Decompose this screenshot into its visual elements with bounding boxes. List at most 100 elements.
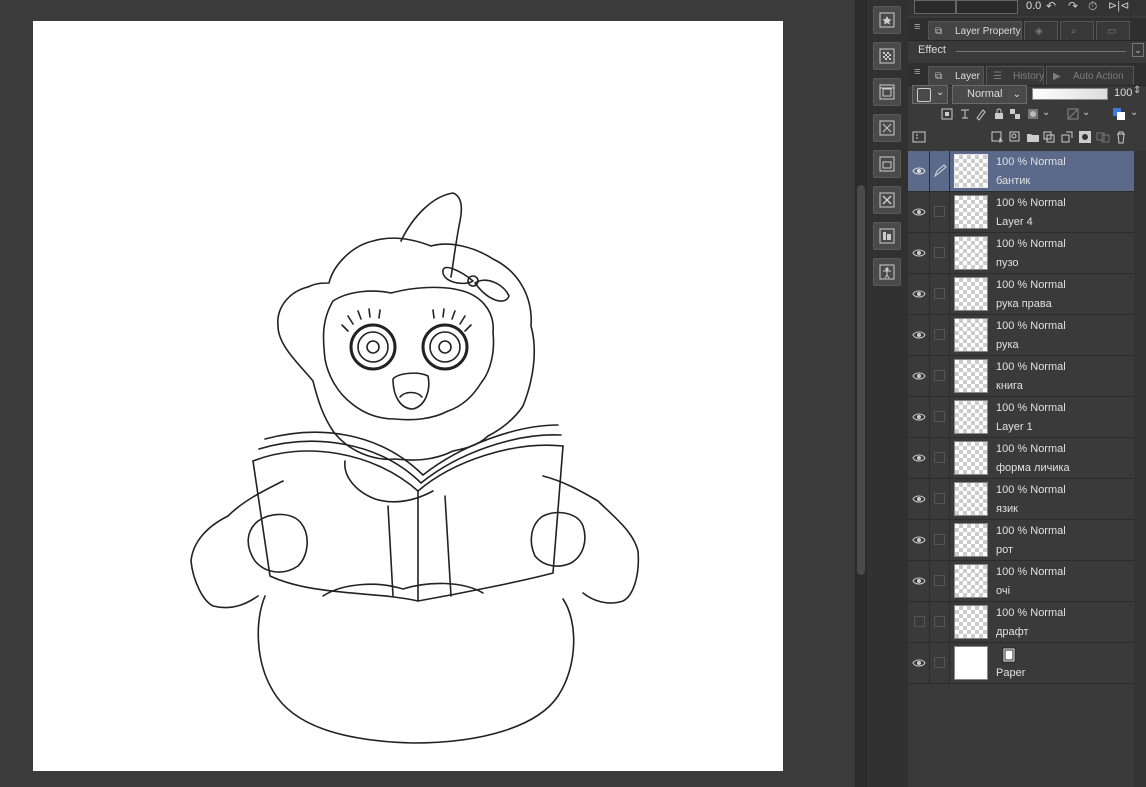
opacity-slider[interactable] (1032, 88, 1108, 100)
layer-row[interactable]: 100 % Normal драфт (908, 602, 1134, 643)
layer-name: Layer 4 (996, 216, 1033, 228)
layer-row[interactable]: 100 % Normal Layer 4 (908, 192, 1134, 233)
drawing-paper[interactable] (33, 21, 783, 771)
layer-row[interactable]: Paper (908, 643, 1134, 684)
material-icon[interactable] (873, 150, 901, 178)
menu-icon[interactable]: ≡ (914, 21, 920, 33)
layer-search-icon[interactable] (873, 222, 901, 250)
layer-row[interactable]: 100 % Normal книга (908, 356, 1134, 397)
delete-layer-icon[interactable] (1114, 130, 1128, 144)
chevron-down-icon[interactable]: ⌄ (1042, 107, 1050, 118)
collapse-icon[interactable]: ⌄ (1132, 43, 1144, 57)
lock-checkbox[interactable] (934, 616, 945, 627)
lock-transparency-icon[interactable] (1008, 107, 1022, 121)
lock-checkbox[interactable] (934, 206, 945, 217)
tab-search[interactable]: ⌕ (1060, 21, 1094, 40)
sub-tool-icon[interactable] (873, 6, 901, 34)
layer-thumbnail (954, 646, 988, 680)
navigator-icon[interactable] (873, 78, 901, 106)
redo-icon[interactable]: ↷ (1068, 0, 1078, 13)
lock-checkbox[interactable] (934, 329, 945, 340)
layer-mask-icon[interactable] (1078, 130, 1092, 144)
visibility-eye-icon[interactable] (912, 206, 926, 218)
tab-tone[interactable]: ◈ (1024, 21, 1058, 40)
mask-icon[interactable] (1026, 107, 1040, 121)
layer-props: 100 % Normal (996, 402, 1066, 414)
layer-thumbnail (954, 318, 988, 352)
canvas-area[interactable] (0, 0, 855, 787)
layer-row[interactable]: 100 % Normal рот (908, 520, 1134, 561)
size-slider[interactable] (914, 0, 956, 14)
layer-thumbnail (954, 236, 988, 270)
lock-checkbox[interactable] (934, 493, 945, 504)
new-folder-icon[interactable] (1026, 130, 1040, 144)
reference-icon[interactable] (958, 107, 972, 121)
lock-checkbox[interactable] (934, 288, 945, 299)
lock-checkbox[interactable] (934, 411, 945, 422)
visibility-eye-icon[interactable] (912, 575, 926, 587)
lock-checkbox[interactable] (934, 657, 945, 668)
blend-mode-select[interactable]: Normal ⌄ (952, 85, 1027, 104)
visibility-eye-icon[interactable] (912, 288, 926, 300)
chevron-down-icon[interactable]: ⌄ (1082, 107, 1090, 118)
apply-mask-icon[interactable] (1096, 130, 1110, 144)
tab-layer[interactable]: ⧉ Layer (928, 66, 984, 85)
visibility-eye-icon[interactable] (912, 370, 926, 382)
layer-color-swatch-icon[interactable] (1112, 107, 1126, 121)
new-raster-layer-icon[interactable] (990, 130, 1004, 144)
brush-size-row: 0.0 ↶ ↷ ⏱ ⊳|⊲ (908, 0, 1146, 16)
tab-history[interactable]: ☰ History (986, 66, 1044, 85)
flip-icon[interactable]: ⊳|⊲ (1108, 0, 1129, 12)
size-slider-track[interactable] (956, 0, 1018, 14)
layer-row[interactable]: 100 % Normal язик (908, 479, 1134, 520)
visibility-checkbox-off[interactable] (914, 616, 925, 627)
timer-icon[interactable]: ⏱ (1088, 0, 1097, 14)
new-vector-layer-icon[interactable] (1008, 130, 1022, 144)
visibility-eye-icon[interactable] (912, 657, 926, 669)
close-view-icon[interactable] (873, 186, 901, 214)
visibility-eye-icon[interactable] (912, 329, 926, 341)
opacity-stepper[interactable]: ⇕ (1133, 85, 1141, 96)
lock-checkbox[interactable] (934, 370, 945, 381)
visibility-eye-icon[interactable] (912, 165, 926, 177)
lock-checkbox[interactable] (934, 534, 945, 545)
visibility-eye-icon[interactable] (912, 411, 926, 423)
layer-row[interactable]: 100 % Normal Layer 1 (908, 397, 1134, 438)
visibility-eye-icon[interactable] (912, 247, 926, 259)
tab-auto-action[interactable]: ▶ Auto Action (1046, 66, 1134, 85)
visibility-eye-icon[interactable] (912, 493, 926, 505)
panel-toggle-icon[interactable] (912, 130, 926, 144)
lock-icon[interactable] (992, 107, 1006, 121)
layer-row[interactable]: 100 % Normal очі (908, 561, 1134, 602)
layer-row[interactable]: 100 % Normal рука (908, 315, 1134, 356)
layer-color-icon[interactable] (1066, 107, 1080, 121)
lock-checkbox[interactable] (934, 247, 945, 258)
layer-row[interactable]: 100 % Normal бантик (908, 151, 1134, 192)
tab-label: Layer Property (955, 26, 1021, 37)
tone-icon: ◈ (1035, 26, 1043, 37)
layer-row[interactable]: 100 % Normal форма личика (908, 438, 1134, 479)
clip-icon[interactable] (940, 107, 954, 121)
transform-icon[interactable] (873, 114, 901, 142)
chevron-down-icon[interactable]: ⌄ (1130, 107, 1138, 118)
scrollbar-thumb[interactable] (857, 185, 865, 575)
visibility-eye-icon[interactable] (912, 534, 926, 546)
lock-checkbox[interactable] (934, 575, 945, 586)
texture-icon[interactable] (873, 42, 901, 70)
layer-name: пузо (996, 257, 1019, 269)
color-mode-select[interactable]: ⌄ (912, 85, 948, 104)
draft-icon[interactable] (974, 107, 988, 121)
menu-icon[interactable]: ≡ (914, 66, 920, 78)
layer-list-scrollbar[interactable] (1134, 151, 1146, 787)
layer-row[interactable]: 100 % Normal рука права (908, 274, 1134, 315)
layer-row[interactable]: 100 % Normal пузо (908, 233, 1134, 274)
transfer-down-icon[interactable] (1042, 130, 1056, 144)
undo-icon[interactable]: ↶ (1046, 0, 1056, 13)
tab-info[interactable]: ▭ (1096, 21, 1130, 40)
tab-layer-property[interactable]: ⧉ Layer Property (928, 21, 1022, 40)
combine-down-icon[interactable] (1060, 130, 1074, 144)
canvas-scrollbar[interactable] (855, 0, 867, 787)
visibility-eye-icon[interactable] (912, 452, 926, 464)
figure-icon[interactable] (873, 258, 901, 286)
lock-checkbox[interactable] (934, 452, 945, 463)
